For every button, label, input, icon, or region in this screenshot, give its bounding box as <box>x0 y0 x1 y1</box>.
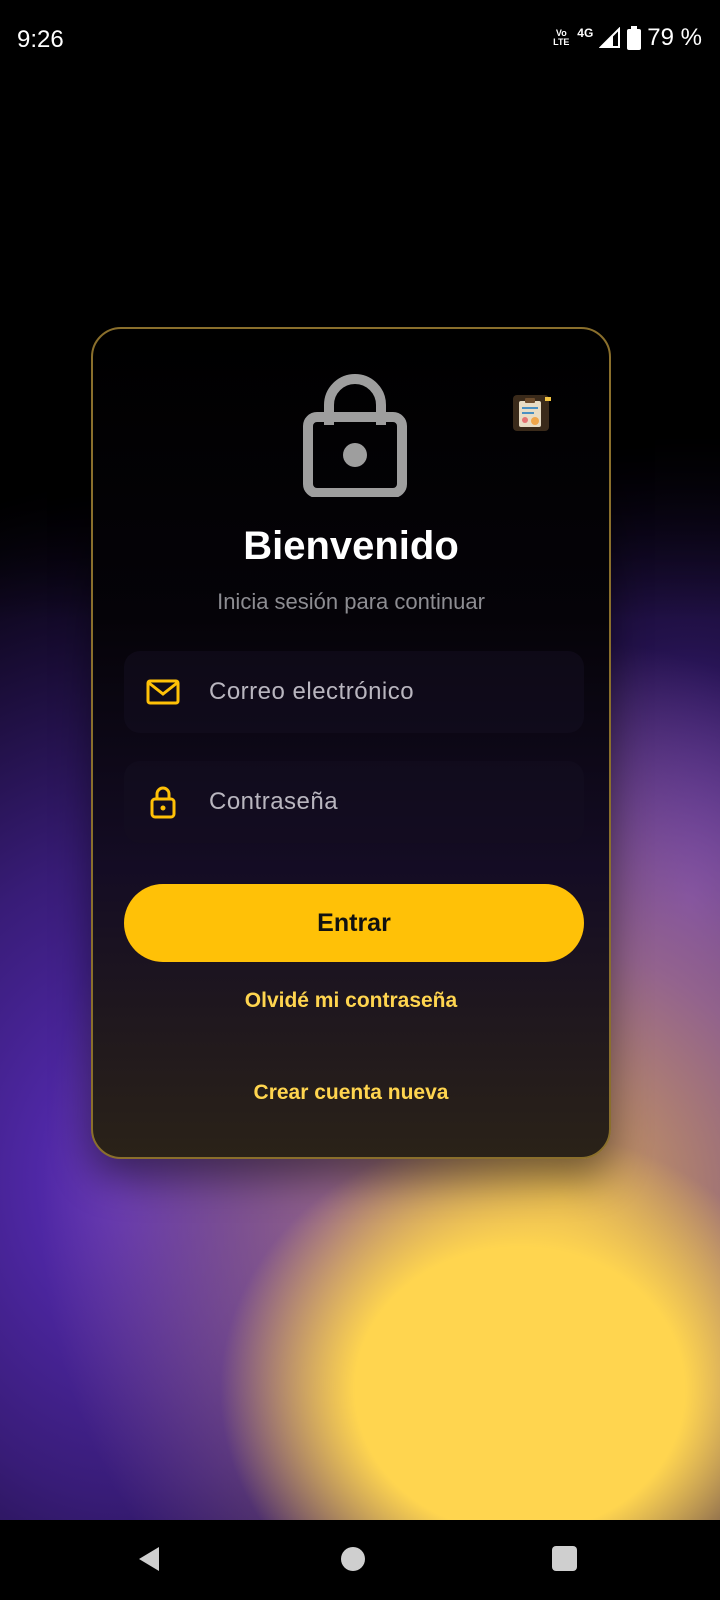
email-placeholder: Correo electrónico <box>209 678 415 705</box>
status-icons: Vo LTE 4G 79 % <box>551 24 702 52</box>
mail-icon <box>145 674 181 710</box>
lock-icon <box>303 374 407 497</box>
signal-icon <box>599 27 621 48</box>
welcome-subtitle: Inicia sesión para continuar <box>217 589 485 614</box>
volte-icon: Vo LTE <box>553 28 570 47</box>
email-field[interactable]: Correo electrónico <box>124 651 584 733</box>
recents-icon[interactable] <box>552 1546 577 1571</box>
clipboard-sticker-icon[interactable] <box>511 389 555 433</box>
lock-icon <box>145 784 181 820</box>
navigation-bar <box>0 1520 720 1600</box>
password-field[interactable]: Contraseña <box>124 761 584 843</box>
login-card: Bienvenido Inicia sesión para continuar … <box>91 327 611 1159</box>
home-icon[interactable] <box>341 1547 365 1571</box>
forgot-password-link[interactable]: Olvidé mi contraseña <box>93 989 609 1013</box>
battery-icon <box>627 26 642 50</box>
login-screen: 9:26 Vo LTE 4G 79 % Bienvenido Inicia se… <box>0 0 720 1600</box>
login-button[interactable]: Entrar <box>124 884 584 962</box>
password-placeholder: Contraseña <box>209 788 339 815</box>
battery-level: 79 % <box>647 24 702 51</box>
welcome-title: Bienvenido <box>243 524 459 568</box>
back-icon[interactable] <box>137 1545 161 1573</box>
create-account-link[interactable]: Crear cuenta nueva <box>93 1081 609 1105</box>
network-type: 4G <box>577 26 594 40</box>
status-bar: 9:26 Vo LTE 4G 79 % <box>0 0 720 84</box>
status-time: 9:26 <box>17 26 64 53</box>
